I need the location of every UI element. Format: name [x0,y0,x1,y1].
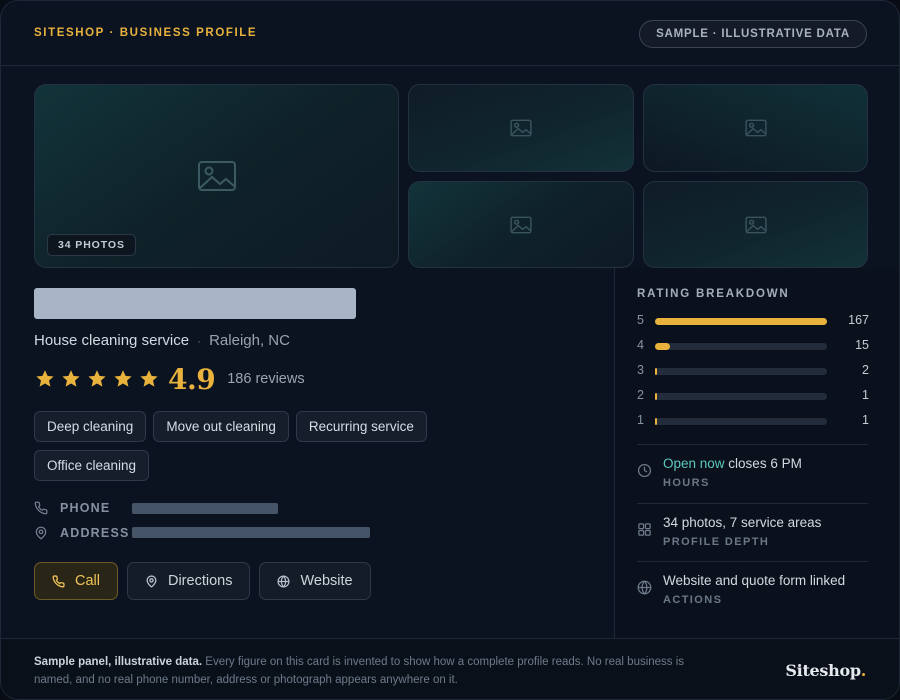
business-profile-card: SITESHOP · BUSINESS PROFILE SAMPLE · ILL… [0,0,900,700]
actions-value: Website and quote form linked [663,573,846,588]
breakdown-fill [655,418,657,425]
breakdown-track [655,393,827,400]
breakdown-track [655,368,827,375]
image-placeholder-icon [510,216,532,233]
business-name-redacted [34,288,356,319]
open-now-status: Open now [663,456,725,471]
breakdown-row: 2 1 [637,388,869,404]
service-tags: Deep cleaning Move out cleaning Recurrin… [34,411,474,481]
breakdown-row: 5 167 [637,313,869,329]
rating-breakdown-title: RATING BREAKDOWN [637,288,790,300]
closing-time: closes 6 PM [724,456,802,471]
service-tag[interactable]: Office cleaning [34,450,150,481]
call-button[interactable]: Call [34,562,118,600]
directions-button[interactable]: Directions [126,562,251,600]
phone-redacted [132,503,278,514]
photo-thumb[interactable] [408,181,634,268]
star-icon [88,370,106,387]
star-icon [140,370,158,387]
website-label: Website [300,573,353,589]
photo-main[interactable]: 34 PHOTOS [34,84,399,268]
map-pin-icon [35,526,47,540]
globe-icon [637,580,652,595]
breakdown-star: 3 [637,363,644,377]
breakdown-row: 4 15 [637,338,869,354]
separator-dot: · [197,334,202,348]
profile-depth-value: 34 photos, 7 service areas [663,515,822,530]
image-placeholder-icon [197,161,236,191]
photo-thumb[interactable] [643,181,868,268]
sample-badge: SAMPLE · ILLUSTRATIVE DATA [639,20,867,48]
photo-thumb[interactable] [408,84,634,172]
review-count[interactable]: 186 reviews [227,371,304,387]
breakdown-track [655,318,827,325]
breakdown-row: 3 2 [637,363,869,379]
actions-label: ACTIONS [663,594,723,606]
service-tag[interactable]: Recurring service [295,411,427,442]
rating-value: 4.9 [168,362,216,396]
star-icon [62,370,80,387]
breakdown-star: 2 [637,388,644,402]
directions-label: Directions [167,573,233,589]
photo-thumb[interactable] [643,84,868,172]
hours-status: Open now closes 6 PM [663,456,802,471]
breakdown-track [655,418,827,425]
call-label: Call [75,573,100,589]
siteshop-logo[interactable]: Siteshop. [785,661,866,680]
globe-icon [277,574,290,588]
business-location: Raleigh, NC [209,332,290,349]
phone-row: PHONE [34,499,110,517]
image-placeholder-icon [744,119,767,137]
breakdown-count: 15 [855,338,869,352]
phone-icon [34,501,48,515]
card-header: SITESHOP · BUSINESS PROFILE SAMPLE · ILL… [1,1,899,66]
breakdown-star: 1 [637,413,644,427]
logo-dot: . [860,661,867,680]
address-row: ADDRESS [34,524,130,542]
breakdown-count: 1 [862,388,869,402]
star-rating [34,368,160,390]
card-footer: Sample panel, illustrative data. Every f… [1,638,899,699]
star-icon [114,370,132,387]
breakdown-count: 2 [862,363,869,377]
brand-line: SITESHOP · BUSINESS PROFILE [34,27,258,39]
image-placeholder-icon [744,216,767,233]
divider [637,444,868,445]
phone-icon [52,574,65,588]
footer-disclaimer: Sample panel, illustrative data. Every f… [34,653,714,689]
hours-label: HOURS [663,477,710,489]
breakdown-fill [655,343,671,350]
clock-icon [637,463,652,478]
service-tag[interactable]: Deep cleaning [34,411,147,442]
category-line: House cleaning service · Raleigh, NC [34,332,290,349]
breakdown-track [655,343,827,350]
divider [637,503,868,504]
image-placeholder-icon [510,119,532,137]
breakdown-count: 167 [848,313,869,327]
breakdown-star: 4 [637,338,644,352]
profile-depth-label: PROFILE DEPTH [663,536,770,548]
star-icon [36,370,54,387]
service-tag[interactable]: Move out cleaning [153,411,289,442]
breakdown-star: 5 [637,313,644,327]
address-redacted [132,527,370,538]
breakdown-fill [655,368,658,375]
business-category: House cleaning service [34,332,190,349]
breakdown-fill [655,393,657,400]
grid-icon [638,523,651,536]
breakdown-fill [655,318,827,325]
website-button[interactable]: Website [259,562,371,600]
logo-text: Siteshop [785,661,861,680]
action-buttons: Call Directions Website [34,562,371,600]
photo-count-badge[interactable]: 34 PHOTOS [47,234,136,256]
side-panel: RATING BREAKDOWN 5 167 4 15 3 2 2 1 1 1 … [614,268,899,639]
rating-summary: 4.9 186 reviews [34,362,305,396]
address-label: ADDRESS [60,526,130,540]
footer-lead: Sample panel, illustrative data. [34,656,203,668]
phone-label: PHONE [60,501,111,515]
breakdown-count: 1 [862,413,869,427]
divider [637,561,868,562]
map-pin-icon [146,574,157,588]
breakdown-row: 1 1 [637,413,869,429]
